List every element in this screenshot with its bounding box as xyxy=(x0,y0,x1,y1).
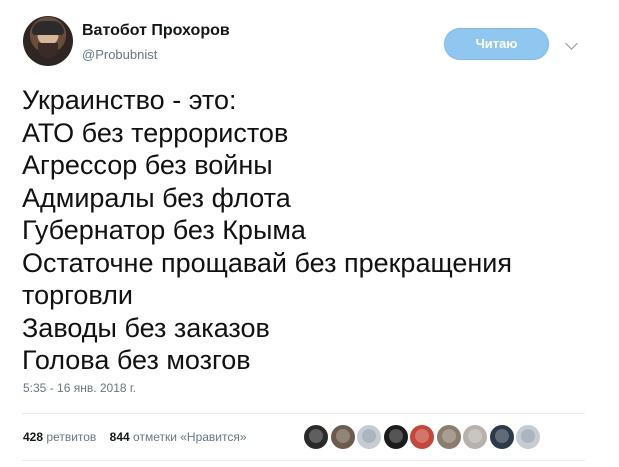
tweet-line: Остаточне прощавай без прекращения xyxy=(22,247,512,278)
tweet-line: Адмиралы без флота xyxy=(22,182,291,213)
user-avatar-icon[interactable] xyxy=(409,424,435,450)
avatar-beard xyxy=(38,43,58,58)
retweet-label[interactable]: ретвитов xyxy=(46,430,96,444)
face-icon xyxy=(521,429,535,443)
user-avatar-icon[interactable] xyxy=(382,424,409,450)
user-avatar-icon[interactable] xyxy=(488,424,515,450)
tweet-line: торговли xyxy=(22,280,133,310)
face-icon xyxy=(441,429,456,443)
face-icon xyxy=(388,429,403,443)
face-icon xyxy=(309,429,323,443)
user-name[interactable]: Ватобот Прохоров xyxy=(82,22,230,40)
face-icon xyxy=(415,429,429,443)
tweet-line: АТО без террористов xyxy=(22,117,289,148)
default-avatar-icon[interactable] xyxy=(356,424,382,450)
tweet-line: Украинство - это: xyxy=(22,85,237,115)
tweet-line: Губернатор без Крыма xyxy=(22,215,306,245)
tweet-line: Заводы без заказов xyxy=(22,312,270,343)
retweet-count[interactable]: 428 xyxy=(23,430,43,444)
tweet-text: Украинство - это: АТО без террористов Аг… xyxy=(22,84,582,377)
avatar-hat xyxy=(32,21,64,35)
like-count[interactable]: 844 xyxy=(110,430,130,444)
avatar[interactable] xyxy=(23,16,73,66)
face-icon xyxy=(468,429,482,443)
tweet-timestamp[interactable]: 5:35 - 16 янв. 2018 г. xyxy=(23,381,136,395)
face-icon xyxy=(494,429,509,443)
tweet-line: Агрессор без войны xyxy=(22,150,273,180)
like-label[interactable]: отметки «Нравится» xyxy=(133,430,247,444)
face-icon xyxy=(335,429,350,443)
chevron-down-icon[interactable] xyxy=(565,37,578,50)
liked-by-avatars xyxy=(303,424,553,450)
divider xyxy=(22,413,585,414)
tweet-line: Голова без мозгов xyxy=(22,345,251,375)
tweet-card: Ватобот Прохоров @Probubnist Читаю Украи… xyxy=(0,0,619,467)
user-handle[interactable]: @Probubnist xyxy=(82,47,157,62)
default-avatar-icon[interactable] xyxy=(515,424,541,450)
following-button[interactable]: Читаю xyxy=(444,28,549,60)
user-avatar-icon[interactable] xyxy=(329,424,356,450)
user-avatar-icon[interactable] xyxy=(462,424,488,450)
user-avatar-icon[interactable] xyxy=(303,424,329,450)
face-icon xyxy=(362,429,376,443)
tweet-stats: 428 ретвитов 844 отметки «Нравится» xyxy=(23,430,247,444)
user-avatar-icon[interactable] xyxy=(435,424,462,450)
divider xyxy=(22,460,585,461)
